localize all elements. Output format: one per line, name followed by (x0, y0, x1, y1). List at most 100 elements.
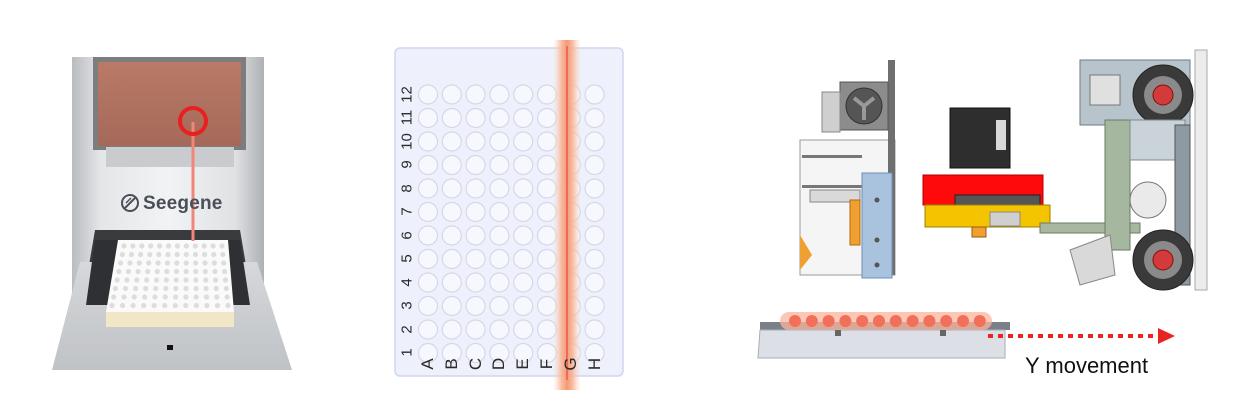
optical-mechanism (750, 40, 1220, 410)
well (441, 225, 462, 246)
well (489, 154, 510, 176)
illuminated-well (957, 315, 969, 327)
well (489, 84, 510, 105)
plate-well-dot (109, 302, 115, 309)
movement-label: Y movement (1025, 353, 1149, 378)
well (417, 319, 439, 340)
well (489, 178, 510, 199)
well (441, 178, 462, 199)
well (417, 178, 439, 199)
row-label: A (418, 358, 437, 370)
well (584, 201, 605, 223)
plate-well-dot (183, 285, 189, 292)
vertical-arm (1104, 119, 1131, 251)
well (465, 272, 486, 293)
row-label: G (560, 357, 580, 371)
illuminated-well (973, 315, 986, 327)
carriage (924, 204, 1051, 228)
plate-well-dot (153, 285, 159, 292)
plate-well-dot (183, 294, 189, 300)
well (513, 248, 534, 270)
plate-well-dot (156, 251, 162, 258)
well (513, 319, 534, 340)
plate-well-dot (214, 302, 221, 309)
well (513, 201, 534, 223)
plate-well-dot (203, 285, 209, 292)
illuminated-well (839, 315, 852, 327)
row-label: D (489, 357, 509, 371)
well (513, 225, 534, 246)
well (417, 131, 439, 152)
well (417, 225, 439, 246)
well (441, 131, 462, 152)
plate-well-dot (183, 251, 189, 258)
row-label: B (441, 358, 461, 370)
well (584, 225, 605, 246)
plate-well-dot (174, 251, 180, 258)
well (417, 107, 439, 129)
plate-well-dot (224, 294, 230, 300)
well (417, 84, 439, 105)
brand-name: Seegene (143, 193, 223, 214)
plate-well-dot (130, 302, 136, 309)
illuminated-well (873, 315, 885, 327)
column-label: 9 (398, 160, 416, 169)
plate-well-dot (174, 243, 181, 249)
illuminated-well (822, 315, 835, 327)
row-label: C (465, 357, 485, 371)
plate-well-dot (202, 260, 208, 266)
plate-well-dot (119, 251, 125, 258)
plate-well-dot (203, 277, 209, 283)
plate-well-dot (121, 294, 127, 300)
plate-well-dot (212, 277, 219, 283)
well (489, 225, 510, 246)
plate-well-dot (203, 294, 210, 300)
plate-well-dot (193, 285, 199, 292)
plate-well-dot (152, 294, 158, 300)
column-label: 5 (398, 254, 416, 263)
well (513, 295, 534, 317)
plate-well-dot (163, 285, 169, 292)
plate-well-dot (134, 277, 140, 283)
row-label: F (537, 358, 556, 370)
plate-well-dot (193, 302, 199, 309)
idler-pulley (1129, 181, 1167, 219)
plate-well-dot (165, 243, 172, 249)
column-label: 2 (398, 324, 416, 334)
well (441, 107, 462, 129)
plate-well-dot (211, 260, 217, 266)
well (584, 131, 605, 152)
plate-well-dot (163, 277, 169, 283)
plate-well-dot (147, 251, 153, 258)
plate-well-dot (143, 285, 149, 292)
well (584, 178, 605, 199)
illuminated-well (940, 315, 953, 327)
plate-well-dot (141, 302, 147, 309)
plate-well-dot (165, 251, 171, 258)
plate-well-dot (151, 302, 157, 309)
plate-well-dot (201, 251, 208, 258)
movement-arrow-head (1158, 328, 1175, 344)
plate-well-dot (220, 251, 226, 258)
well (584, 272, 605, 293)
plate-well-dot (130, 243, 136, 249)
plate-well-dot (183, 277, 189, 283)
column-label: 12 (398, 85, 416, 103)
well (441, 319, 462, 340)
plate-well-dot (201, 243, 207, 249)
well (584, 248, 605, 270)
plate-well-dot (122, 285, 129, 292)
well (441, 201, 462, 223)
column-label: 11 (398, 109, 416, 126)
plate-well-dot (221, 260, 227, 266)
plate-well-dot (145, 268, 151, 275)
plate-well-dot (154, 268, 160, 275)
plate-well-dot (192, 243, 198, 249)
instrument-illustration: Seegene (0, 0, 330, 418)
illuminated-well (805, 315, 818, 327)
plate-well-dot (213, 285, 219, 292)
well (489, 272, 510, 293)
plate-well-dot (164, 260, 171, 266)
plate-well-dot (127, 260, 133, 266)
plate-well-dot (173, 268, 180, 275)
